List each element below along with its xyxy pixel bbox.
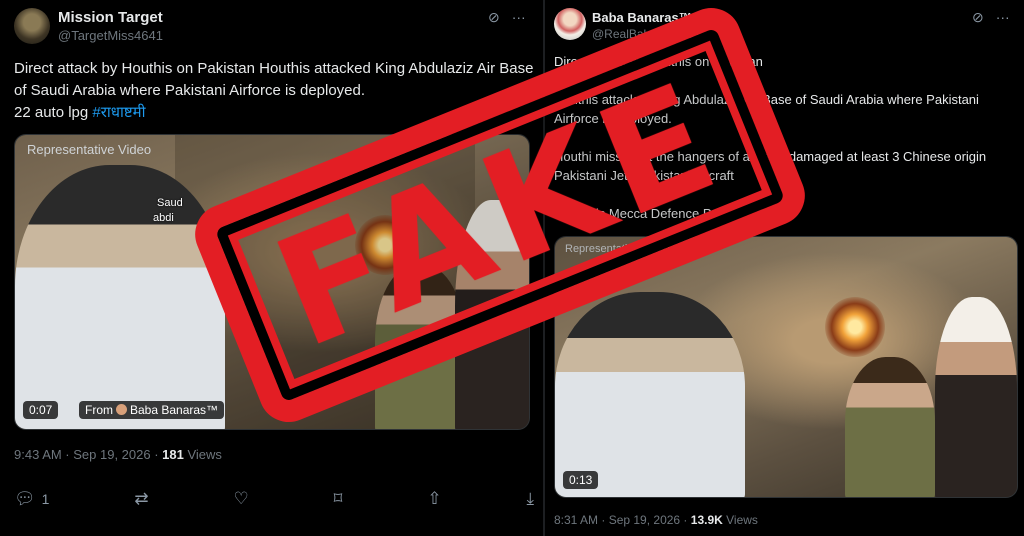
share-icon: ⇧ [427,489,442,508]
tweet-actions: 💬︎ 1 ⇄ ♡ ⌑ ⇧ ⤓ [14,490,534,507]
video-player[interactable]: Representative Video Saud abdi 0:07 From… [14,134,530,430]
views-count: 13.9K [690,513,723,527]
person-figure [935,297,1017,497]
bookmark-button[interactable]: ⌑ [334,490,343,507]
more-options-icon[interactable]: ··· [996,9,1010,26]
like-button[interactable]: ♡ [233,490,248,507]
explosion-graphic [825,297,885,357]
author-handle[interactable]: @TargetMiss4641 [58,28,163,43]
author-name[interactable]: Mission Target [58,9,163,26]
author-name-text: Baba Banaras™ [592,10,692,25]
share-button[interactable]: ⇧ [427,490,441,507]
source-avatar [116,404,127,415]
tweet-body-line2: 22 auto lpg [14,104,93,121]
author-handle[interactable]: @RealBababanaras [592,27,700,41]
tweet-paragraph: Where is Mecca Defence Pact [554,206,729,221]
heart-icon: ♡ [233,489,249,508]
timestamp[interactable]: 8:31 AM · Sep 19, 2026 · [554,513,691,527]
views-label: Views [722,513,758,527]
person-figure [15,165,225,429]
bookmark-icon: ⌑ [333,489,343,508]
tweet-paragraph: Houthis attacked King Abdulaziz Air Base… [554,92,979,126]
tweet-paragraph: Houthi missile hit the hangers of airbas… [554,149,987,183]
more-options-icon[interactable]: ··· [512,9,526,26]
avatar[interactable] [554,8,586,40]
timestamp[interactable]: 9:43 AM · Sep 19, 2026 · [14,447,162,462]
person-figure [455,200,529,429]
tweet-body: Direct attack by Houthis on Pakistan Hou… [14,60,534,99]
video-duration: 0:13 [563,471,599,489]
reply-icon: 💬︎ [14,489,36,508]
media-label: Representative Video [565,243,670,255]
avatar[interactable] [14,8,50,44]
right-tweet-card: Baba Banaras™ ✓ @RealBababanaras ⊘ ··· Di… [545,0,1024,536]
map-label: abdi [153,212,174,224]
retweet-icon: ⇄ [134,489,149,508]
verified-badge-icon: ✓ [695,12,709,25]
download-icon: ⤓ [526,489,534,508]
video-duration: 0:07 [23,401,59,419]
left-tweet-card: Mission Target @TargetMiss4641 ⊘ ··· Dir… [0,0,543,536]
grok-icon[interactable]: ⊘ [972,9,984,26]
tweet-top-icons: ⊘ ··· [972,9,1010,26]
person-figure [845,357,935,497]
views-label: Views [183,447,222,462]
person-figure [375,265,465,429]
map-label: Saud [157,197,183,209]
hashtag-link[interactable]: #राधाष्टमी [92,104,145,121]
download-button[interactable]: ⤓ [526,490,534,507]
person-figure [555,292,745,497]
reply-button[interactable]: 💬︎ 1 [14,490,49,507]
tweet-meta: 8:31 AM · Sep 19, 2026 · 13.9K Views [554,513,758,527]
grok-icon[interactable]: ⊘ [488,9,500,26]
tweet-meta: 9:43 AM · Sep 19, 2026 · 181 Views [14,447,222,462]
from-name: Baba Banaras™ [130,403,219,417]
tweet-text: Direct attack by Houthis on Pakistan Hou… [554,52,1014,242]
media-label: Representative Video [27,142,152,157]
views-count: 181 [162,447,184,462]
tweet-text: Direct attack by Houthis on Pakistan Hou… [14,58,534,124]
video-source-attribution[interactable]: From Baba Banaras™ [79,401,225,419]
retweet-button[interactable]: ⇄ [134,490,148,507]
tweet-paragraph: Direct attack by Houthis on Pakistan [554,54,763,69]
reply-count: 1 [41,490,50,507]
author-name[interactable]: Baba Banaras™ ✓ [592,10,709,25]
video-player[interactable]: Representative Video 0:13 [554,236,1018,498]
tweet-top-icons: ⊘ ··· [488,9,526,26]
from-prefix: From [85,403,113,417]
